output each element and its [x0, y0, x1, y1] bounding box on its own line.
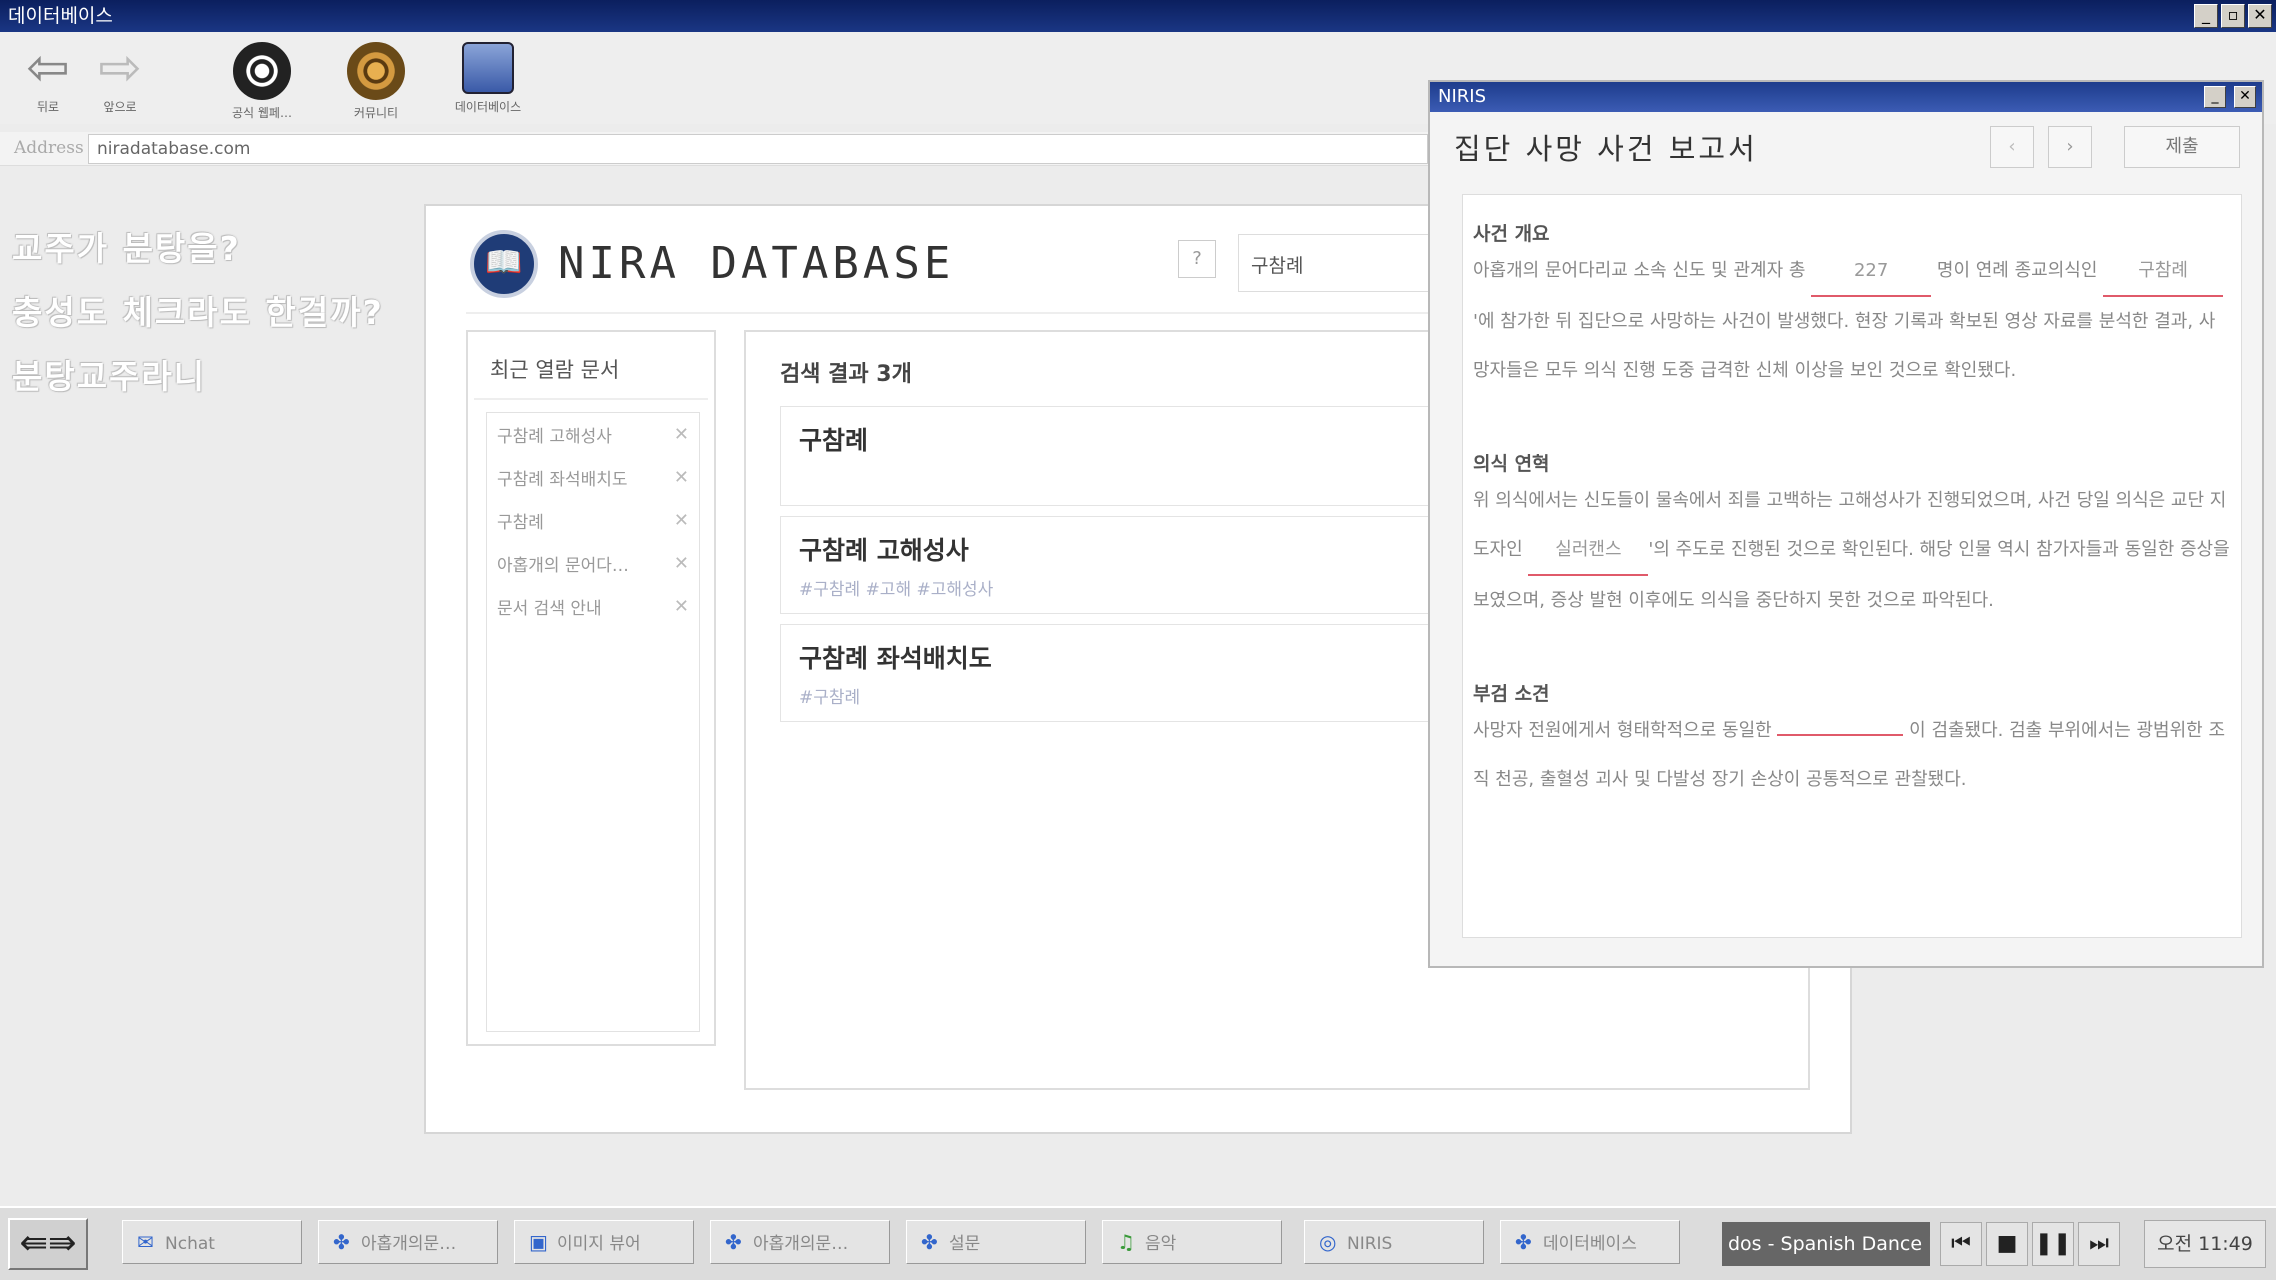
pause-button[interactable]: ❚❚ [2032, 1222, 2074, 1266]
next-track-button[interactable]: ⏭ [2078, 1222, 2120, 1266]
recent-title: 최근 열람 문서 [474, 332, 708, 400]
task-image-viewer[interactable]: ▣ 이미지 뷰어 [514, 1220, 694, 1264]
report-body: 사건 개요 아홉개의 문어다리교 소속 신도 및 관계자 총 227 명이 연례… [1462, 194, 2242, 938]
taskbar: ⇚⇛ ✉ Nchat ✤ 아홉개의문… ▣ 이미지 뷰어 ✤ 아홉개의문… ✤ 설문 ♫ 음… [0, 1206, 2276, 1280]
submit-button[interactable]: 제출 [2124, 126, 2240, 168]
report-header: 집단 사망 사건 보고서 ‹ › 제출 [1430, 112, 2262, 178]
report-paragraph: 사망자 전원에게서 형태학적으로 동일한 이 검출됐다. 검출 부위에서는 광범… [1473, 720, 2226, 790]
start-button[interactable]: ⇚⇛ [8, 1218, 88, 1270]
image-icon: ▣ [529, 1230, 548, 1254]
close-icon[interactable]: ✕ [674, 510, 689, 531]
recent-item[interactable]: 문서 검색 안내 ✕ [487, 585, 699, 628]
recent-item[interactable]: 구참례 ✕ [487, 499, 699, 542]
recent-list: 구참례 고해성사 ✕ 구참례 좌석배치도 ✕ 구참례 ✕ 아홉개의 문어다… ✕ 문서 … [486, 412, 700, 1032]
next-page-button[interactable]: › [2048, 126, 2092, 168]
help-button[interactable]: ? [1178, 240, 1216, 278]
now-playing: dos - Spanish Dance N [1722, 1222, 1930, 1266]
minimize-button[interactable]: _ [2194, 4, 2218, 28]
close-button[interactable]: ✕ [2234, 86, 2256, 108]
section-heading: 사건 개요 [1473, 223, 1550, 245]
answer-field[interactable]: 227 [1811, 246, 1932, 297]
task-music[interactable]: ♫ 음악 [1102, 1220, 1282, 1264]
task-niris[interactable]: ◎ NIRIS [1304, 1220, 1484, 1264]
octopus-icon: ✤ [1515, 1230, 1532, 1254]
task-nchat[interactable]: ✉ Nchat [122, 1220, 302, 1264]
section-heading: 부검 소견 [1473, 683, 1550, 705]
address-bar: Address niradatabase.com [0, 132, 1440, 166]
desktop-note: 충성도 체크라도 한걸까? [12, 293, 384, 332]
results-count: 검색 결과 3개 [780, 362, 912, 387]
address-input[interactable]: niradatabase.com [88, 134, 1428, 164]
stop-button[interactable]: ■ [1986, 1222, 2028, 1266]
recent-item[interactable]: 아홉개의 문어다… ✕ [487, 542, 699, 585]
prev-page-button[interactable]: ‹ [1990, 126, 2034, 168]
recent-item[interactable]: 구참례 좌석배치도 ✕ [487, 456, 699, 499]
task-survey[interactable]: ✤ 설문 [906, 1220, 1086, 1264]
forward-button[interactable]: ⇨ 앞으로 [72, 42, 168, 115]
database-button[interactable]: 데이터베이스 [440, 42, 536, 115]
octopus-icon: ✤ [921, 1230, 938, 1254]
address-label: Address [14, 138, 84, 158]
nira-logo-icon: 📖 [470, 230, 538, 298]
niris-titlebar: NIRIS _ ✕ [1430, 82, 2262, 112]
niris-window: NIRIS _ ✕ 집단 사망 사건 보고서 ‹ › 제출 사건 개요 아홉개의… [1428, 80, 2264, 968]
music-icon: ♫ [1117, 1230, 1135, 1254]
window-title: 데이터베이스 [8, 5, 113, 27]
window-titlebar: 데이터베이스 _ ▫ ✕ [0, 0, 2276, 32]
community-button[interactable]: 커뮤니티 [328, 42, 424, 121]
desktop-note: 교주가 분탕을? [12, 229, 241, 268]
database-title: NIRA DATABASE [558, 238, 955, 289]
task-octopus-1[interactable]: ✤ 아홉개의문… [318, 1220, 498, 1264]
niris-window-title: NIRIS [1438, 86, 1487, 107]
close-button[interactable]: ✕ [2248, 4, 2272, 28]
maximize-button[interactable]: ▫ [2221, 4, 2245, 28]
answer-field[interactable] [1777, 734, 1904, 736]
close-icon[interactable]: ✕ [674, 596, 689, 617]
forward-arrow-icon: ⇨ [98, 38, 142, 98]
report-title: 집단 사망 사건 보고서 [1454, 132, 1758, 166]
close-icon[interactable]: ✕ [674, 553, 689, 574]
desktop-note: 분탕교주라니 [12, 357, 207, 396]
octopus-emblem-icon [233, 42, 291, 100]
community-emblem-icon [347, 42, 405, 100]
database-icon [462, 42, 514, 94]
chat-icon: ✉ [137, 1230, 154, 1254]
octopus-icon: ✤ [725, 1230, 742, 1254]
section-heading: 의식 연혁 [1473, 453, 1550, 475]
octopus-icon: ✤ [333, 1230, 350, 1254]
answer-field[interactable]: 구참례 [2103, 246, 2224, 297]
task-octopus-2[interactable]: ✤ 아홉개의문… [710, 1220, 890, 1264]
recent-item[interactable]: 구참례 고해성사 ✕ [487, 413, 699, 456]
minimize-button[interactable]: _ [2204, 86, 2226, 108]
task-database[interactable]: ✤ 데이터베이스 [1500, 1220, 1680, 1264]
previous-track-button[interactable]: ⏮ [1940, 1222, 1982, 1266]
niris-icon: ◎ [1319, 1230, 1337, 1254]
recent-documents-panel: 최근 열람 문서 구참례 고해성사 ✕ 구참례 좌석배치도 ✕ 구참례 ✕ 아홉개의 … [466, 330, 716, 1046]
official-site-button[interactable]: 공식 웹페… [214, 42, 310, 121]
clock: 오전 11:49 [2144, 1220, 2266, 1268]
report-paragraph: 위 의식에서는 신도들이 물속에서 죄를 고백하는 고해성사가 진행되었으며, … [1473, 490, 2230, 611]
close-icon[interactable]: ✕ [674, 467, 689, 488]
answer-field[interactable]: 실러캔스 [1528, 525, 1649, 576]
close-icon[interactable]: ✕ [674, 424, 689, 445]
report-paragraph: 아홉개의 문어다리교 소속 신도 및 관계자 총 227 명이 연례 종교의식인… [1473, 246, 2231, 395]
